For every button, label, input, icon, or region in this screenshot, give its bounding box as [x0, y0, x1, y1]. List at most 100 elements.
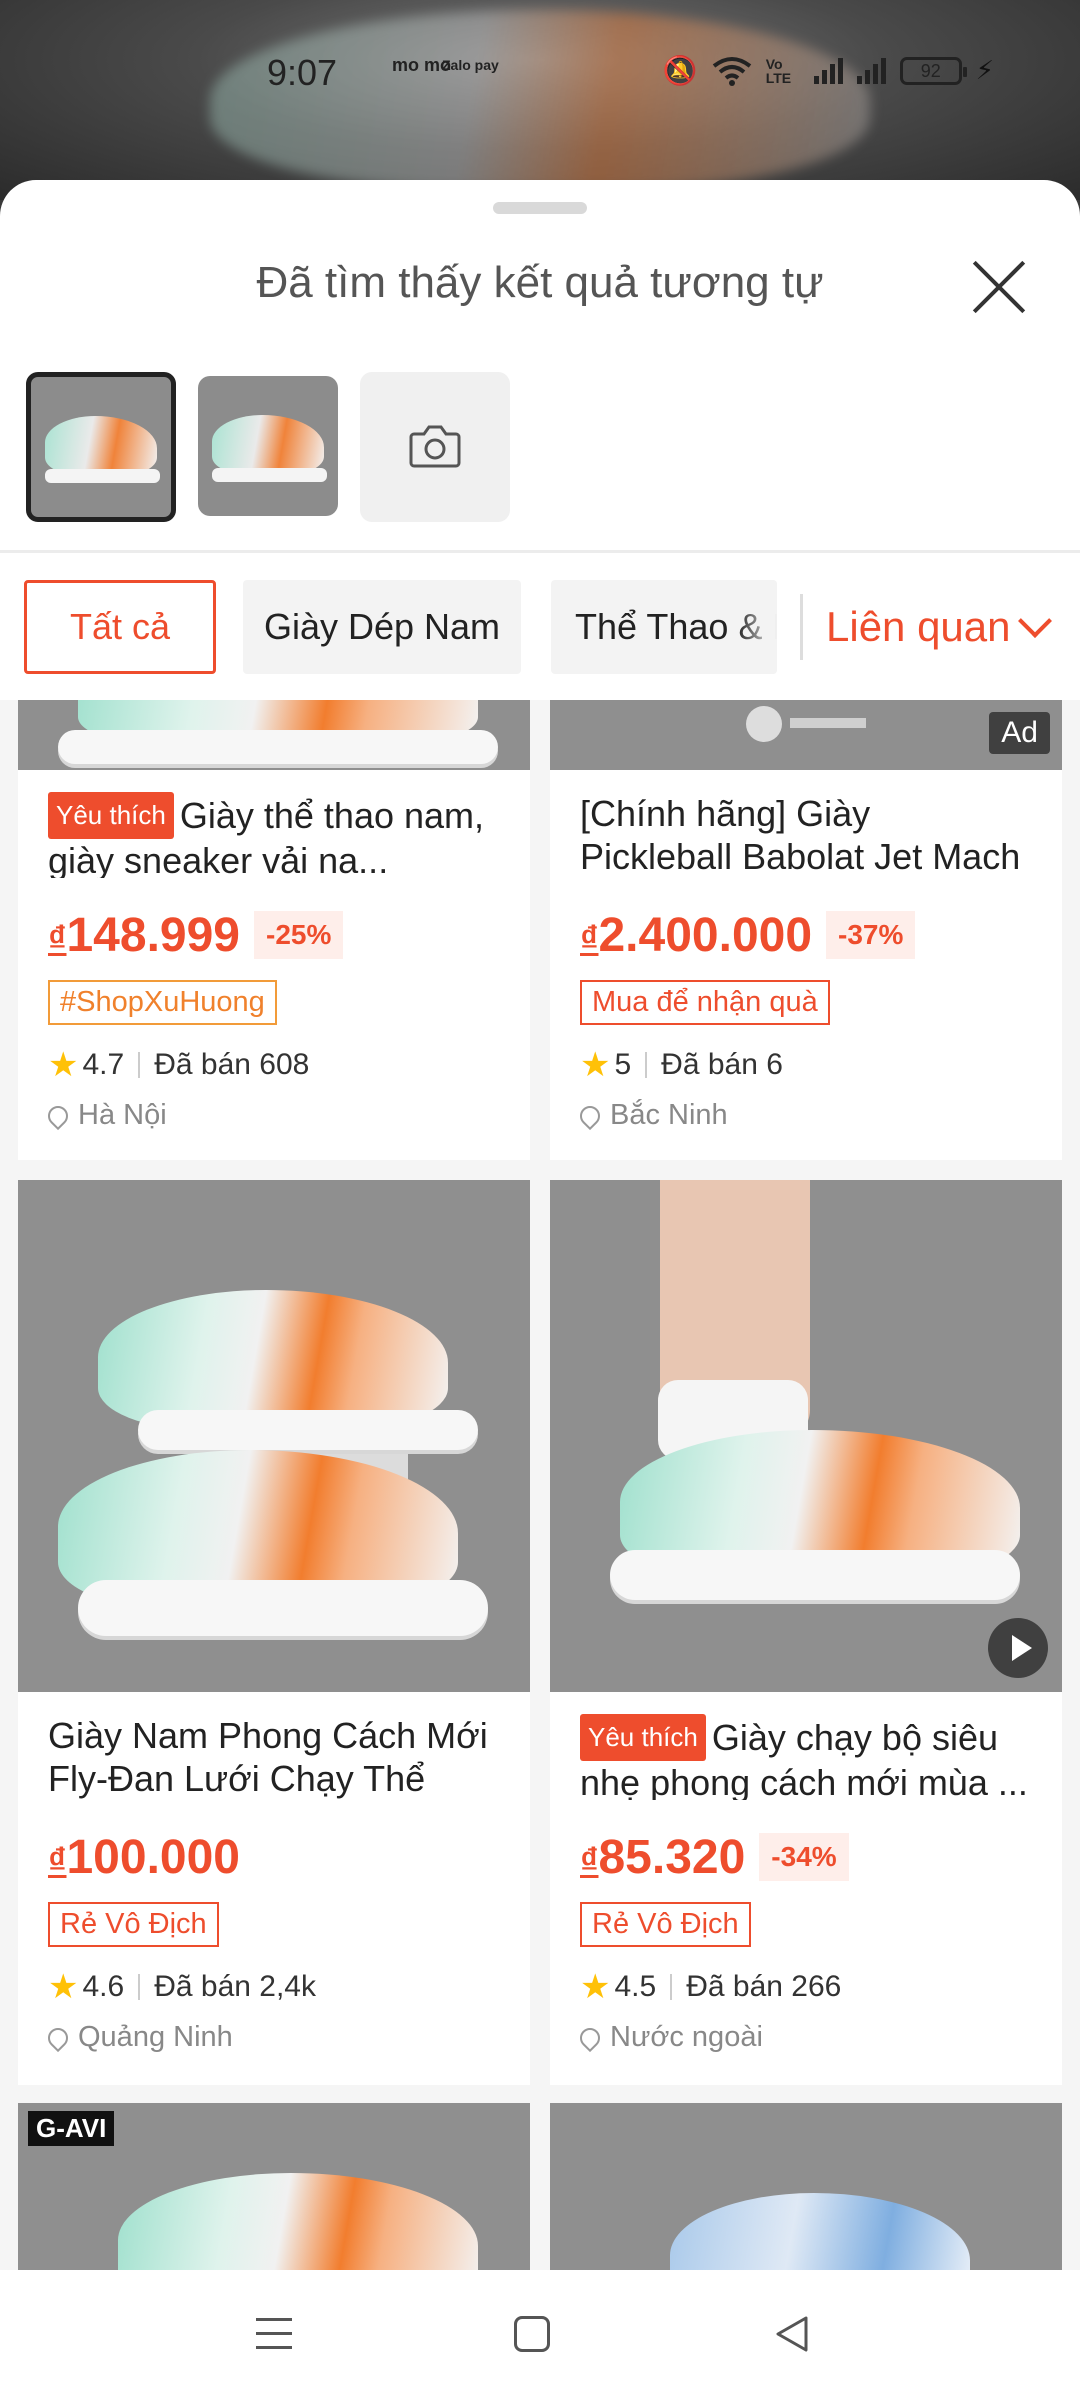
wifi-icon: [712, 56, 751, 86]
product-card[interactable]: [550, 2103, 1062, 2270]
product-price: ₫2.400.000: [580, 908, 812, 963]
product-image: [18, 1180, 530, 1692]
rating-row: ★ 4.6 Đã bán 2,4k: [48, 1967, 500, 2007]
favorite-badge: Yêu thích: [48, 792, 174, 839]
star-icon: ★: [580, 1968, 611, 2006]
product-image: [18, 700, 530, 770]
signal-icon-1: [813, 57, 843, 84]
location-text: Bắc Ninh: [610, 1099, 728, 1131]
brand-watermark: G-AVI: [28, 2111, 115, 2146]
location-pin-icon: [43, 1101, 73, 1130]
blurred-shoe-image: [210, 10, 870, 190]
sold-count: Đã bán 6: [661, 1048, 783, 1081]
zalopay-icon: Zalo pay: [442, 57, 499, 73]
recent-apps-button[interactable]: [256, 2318, 292, 2350]
currency-symbol: ₫: [48, 917, 67, 959]
sort-separator: [800, 594, 803, 660]
promo-tag: Rẻ Vô Địch: [48, 1902, 219, 1947]
rating-value: 4.6: [82, 1970, 125, 2003]
rating-value: 5: [614, 1048, 632, 1081]
thumb-shoe-sole: [212, 468, 327, 483]
search-image-thumb-selected[interactable]: [26, 372, 176, 522]
star-icon: ★: [48, 1968, 79, 2006]
play-video-button[interactable]: [988, 1618, 1048, 1678]
price-row: ₫100.000: [48, 1830, 500, 1884]
close-button[interactable]: [968, 256, 1030, 318]
battery-icon: 92: [899, 56, 967, 85]
rating-row: ★ 5 Đã bán 6: [580, 1045, 1032, 1085]
product-price: ₫85.320: [580, 1830, 745, 1885]
promo-tag: #ShopXuHuong: [48, 980, 277, 1025]
product-price: ₫100.000: [48, 1830, 240, 1885]
rating-separator: [138, 1052, 141, 1078]
star-icon: ★: [580, 1046, 611, 1084]
shoe-image: [118, 2173, 478, 2270]
filter-chip-sports[interactable]: Thể Thao & D: [551, 580, 777, 674]
discount-badge: -37%: [826, 911, 916, 959]
sort-dropdown[interactable]: Liên quan: [826, 580, 1052, 674]
sort-label: Liên quan: [826, 603, 1011, 650]
search-image-thumbnails: [26, 372, 510, 522]
price-value: 148.999: [66, 908, 240, 962]
search-image-thumb[interactable]: [198, 376, 338, 516]
camera-button[interactable]: [360, 372, 510, 522]
shoe-sole: [78, 1580, 488, 1636]
chip-fade: [737, 580, 777, 674]
location-pin-icon: [575, 2023, 605, 2052]
price-row: ₫85.320 -34%: [580, 1830, 1032, 1884]
back-button[interactable]: [772, 2314, 812, 2354]
price-row: ₫148.999 -25%: [48, 908, 500, 962]
thumb-shoe-image: [212, 415, 324, 474]
ad-badge: Ad: [989, 712, 1050, 754]
sold-count: Đã bán 2,4k: [154, 1970, 316, 2003]
filter-chip-men-shoes[interactable]: Giày Dép Nam: [243, 580, 521, 674]
mute-icon: 🔕: [662, 55, 698, 86]
location-text: Nước ngoài: [610, 2021, 763, 2053]
product-card[interactable]: Yêu thích Giày thể thao nam, giày sneaker…: [18, 700, 530, 1160]
camera-preview-backdrop: [0, 0, 1080, 200]
favorite-badge: Yêu thích: [580, 1714, 706, 1761]
filter-chip-all[interactable]: Tất cả: [24, 580, 216, 674]
currency-symbol: ₫: [48, 1839, 67, 1881]
promo-tag: Mua để nhận quà: [580, 980, 830, 1025]
status-bar: 9:07 mo mo Zalo pay 🔕 Vo LTE 92 ⚡: [0, 40, 1080, 100]
star-icon: ★: [48, 1046, 79, 1084]
location-text: Hà Nội: [78, 1099, 167, 1131]
rating-value: 4.7: [82, 1048, 125, 1081]
location-text: Quảng Ninh: [78, 2021, 233, 2053]
home-button[interactable]: [514, 2316, 550, 2352]
location-row: Quảng Ninh: [43, 2021, 500, 2054]
sold-count: Đã bán 608: [154, 1048, 310, 1081]
thumb-shoe-sole: [45, 469, 160, 484]
shoe-image: [670, 2193, 970, 2270]
filter-bar: Tất cả Giày Dép Nam Thể Thao & D Liên qu…: [0, 580, 1080, 674]
shoe-image: [98, 1290, 448, 1430]
brand-logo-icon: [746, 706, 782, 742]
shoe-sole: [58, 730, 498, 764]
currency-symbol: ₫: [580, 1839, 599, 1881]
location-row: Bắc Ninh: [575, 1099, 1032, 1132]
product-card[interactable]: G-AVI: [18, 2103, 530, 2270]
product-title: Yêu thích Giày chạy bộ siêu nhẹ phong các…: [580, 1714, 1032, 1800]
rating-row: ★ 4.5 Đã bán 266: [580, 1967, 1032, 2007]
price-value: 100.000: [66, 1830, 240, 1884]
location-row: Nước ngoài: [575, 2021, 1032, 2054]
location-row: Hà Nội: [43, 1099, 500, 1132]
price-value: 85.320: [598, 1830, 746, 1884]
chevron-down-icon: [1017, 604, 1052, 638]
rating-row: ★ 4.7 Đã bán 608: [48, 1045, 500, 1085]
sheet-title: Đã tìm thấy kết quả tương tự: [256, 258, 824, 307]
shoe-sole: [138, 1410, 478, 1450]
discount-badge: -25%: [254, 911, 344, 959]
location-pin-icon: [43, 2023, 73, 2052]
sold-count: Đã bán 266: [686, 1970, 842, 2003]
product-image: [550, 2103, 1062, 2270]
divider: [0, 550, 1080, 553]
sheet-drag-handle[interactable]: [493, 202, 587, 214]
promo-tag: Rẻ Vô Địch: [580, 1902, 751, 1947]
product-card[interactable]: Ad [Chính hãng] Giày Pickleball Babolat …: [550, 700, 1062, 1160]
product-card[interactable]: Yêu thích Giày chạy bộ siêu nhẹ phong các…: [550, 1180, 1062, 2085]
rating-separator: [670, 1974, 673, 2000]
product-card[interactable]: Giày Nam Phong Cách Mới Fly-Đan Lưới Chạ…: [18, 1180, 530, 2085]
product-title: Giày Nam Phong Cách Mới Fly-Đan Lưới Chạ…: [48, 1715, 488, 1799]
